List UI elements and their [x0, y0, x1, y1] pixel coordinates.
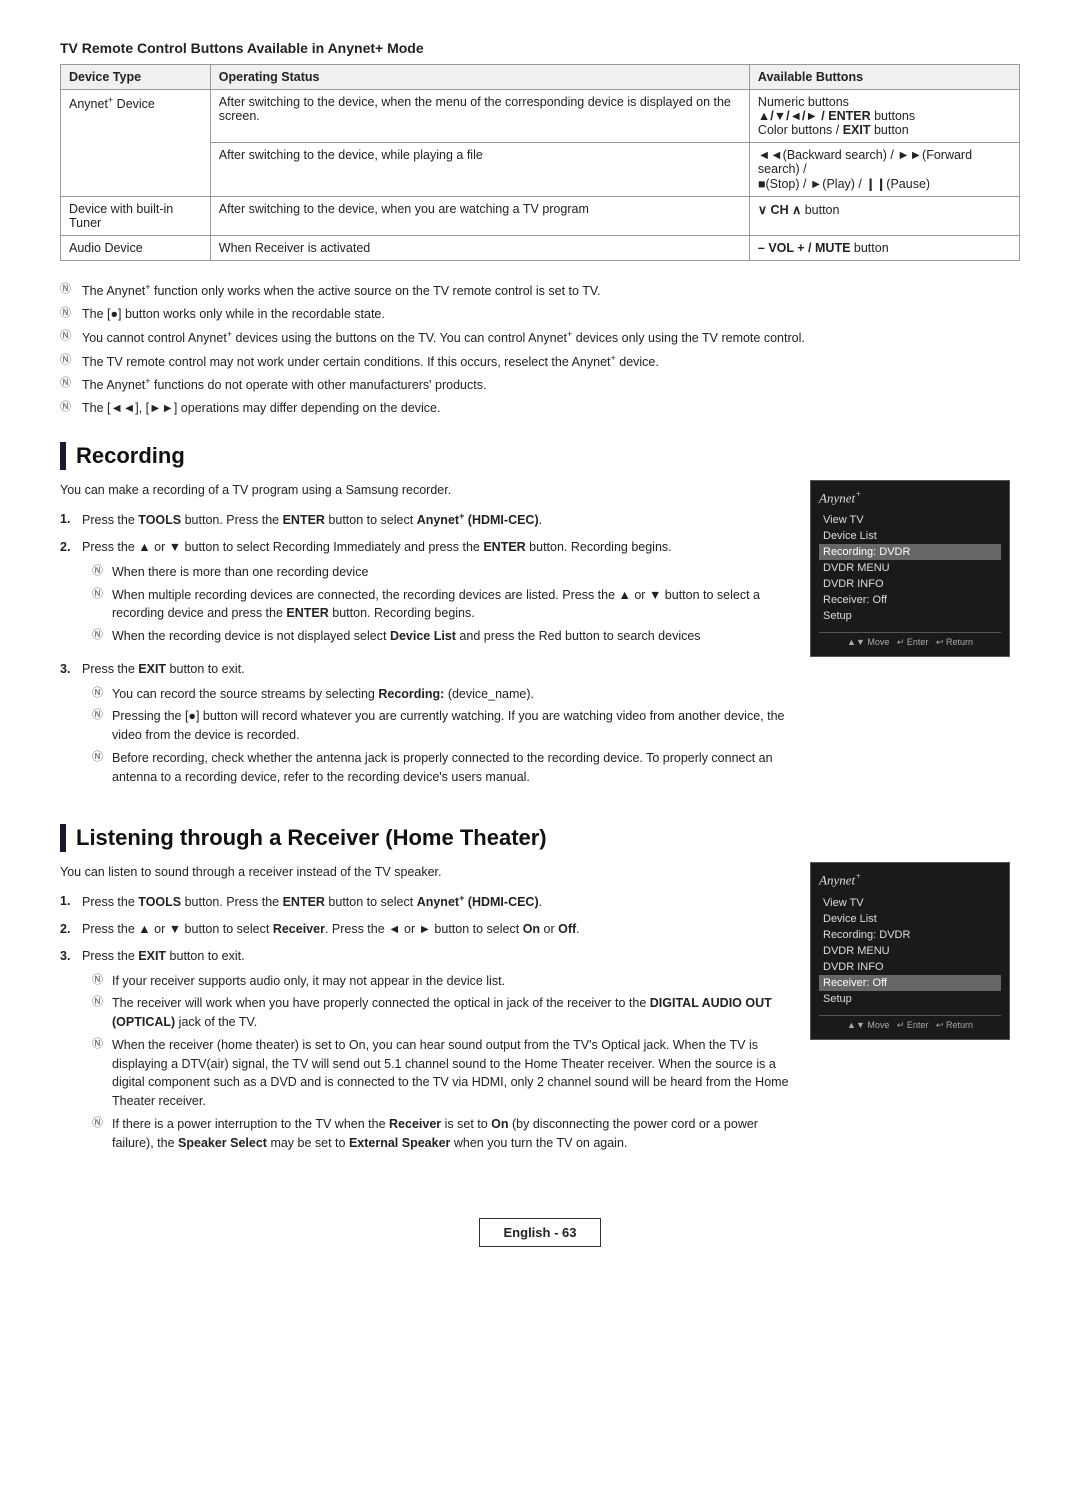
menu-item: Device List — [819, 911, 1001, 927]
device-audio: Audio Device — [61, 236, 211, 261]
menu-item: View TV — [819, 512, 1001, 528]
listening-section-header: Listening through a Receiver (Home Theat… — [60, 824, 1020, 852]
menu-item-selected: Receiver: Off — [819, 975, 1001, 991]
step-2: 2. Press the ▲ or ▼ button to select Rec… — [60, 918, 790, 941]
menu-footer: ▲▼ Move ↵ Enter ↩ Return — [819, 1015, 1001, 1031]
table-row: Anynet+ Device After switching to the de… — [61, 90, 1020, 143]
table-row: Audio Device When Receiver is activated … — [61, 236, 1020, 261]
step-num: 1. — [60, 510, 70, 529]
sub-note: When the receiver (home theater) is set … — [92, 1034, 790, 1113]
col-operating-status: Operating Status — [210, 65, 749, 90]
menu-item: Recording: DVDR — [819, 927, 1001, 943]
sub-note: When multiple recording devices are conn… — [92, 584, 790, 626]
step-num: 1. — [60, 892, 70, 911]
buttons-anynet-2: ◄◄(Backward search) / ►►(Forward search)… — [749, 143, 1019, 197]
col-device-type: Device Type — [61, 65, 211, 90]
menu-logo: Anynet+ — [819, 871, 1001, 888]
note-item: You cannot control Anynet+ devices using… — [60, 326, 1020, 350]
col-available-buttons: Available Buttons — [749, 65, 1019, 90]
sub-note: Before recording, check whether the ante… — [92, 747, 790, 789]
step-2-notes: When there is more than one recording de… — [92, 561, 790, 648]
sub-note: The receiver will work when you have pro… — [92, 992, 790, 1034]
step-2: 2. Press the ▲ or ▼ button to select Rec… — [60, 536, 790, 654]
recording-steps: 1. Press the TOOLS button. Press the ENT… — [60, 508, 790, 794]
sub-note: If your receiver supports audio only, it… — [92, 970, 790, 993]
listening-left: You can listen to sound through a receiv… — [60, 862, 790, 1168]
step-3: 3. Press the EXIT button to exit. If you… — [60, 945, 790, 1161]
status-anynet-2: After switching to the device, while pla… — [210, 143, 749, 197]
buttons-anynet-1: Numeric buttons ▲/▼/◄/► / ENTER buttons … — [749, 90, 1019, 143]
sub-note: You can record the source streams by sel… — [92, 683, 790, 706]
step-1: 1. Press the TOOLS button. Press the ENT… — [60, 508, 790, 532]
recording-intro: You can make a recording of a TV program… — [60, 480, 790, 500]
step-num: 3. — [60, 660, 70, 679]
section-bar — [60, 442, 66, 470]
device-tuner: Device with built-in Tuner — [61, 197, 211, 236]
footer-box: English - 63 — [479, 1218, 602, 1247]
sub-note: When there is more than one recording de… — [92, 561, 790, 584]
recording-section-header: Recording — [60, 442, 1020, 470]
menu-item: Setup — [819, 608, 1001, 624]
anynet-menu-listening: Anynet+ View TV Device List Recording: D… — [810, 862, 1010, 1039]
note-item: The [●] button works only while in the r… — [60, 303, 1020, 326]
table-title: TV Remote Control Buttons Available in A… — [60, 40, 1020, 56]
menu-item: Receiver: Off — [819, 592, 1001, 608]
status-tuner: After switching to the device, when you … — [210, 197, 749, 236]
note-item: The Anynet+ function only works when the… — [60, 279, 1020, 303]
menu-item: DVDR MENU — [819, 943, 1001, 959]
menu-item: View TV — [819, 895, 1001, 911]
sub-note: If there is a power interruption to the … — [92, 1113, 790, 1155]
menu-footer: ▲▼ Move ↵ Enter ↩ Return — [819, 632, 1001, 648]
note-item: The TV remote control may not work under… — [60, 350, 1020, 374]
sub-note: When the recording device is not display… — [92, 625, 790, 648]
step-num: 2. — [60, 538, 70, 557]
listening-steps: 1. Press the TOOLS button. Press the ENT… — [60, 890, 790, 1160]
recording-left: You can make a recording of a TV program… — [60, 480, 790, 802]
menu-logo: Anynet+ — [819, 489, 1001, 506]
step-3: 3. Press the EXIT button to exit. You ca… — [60, 658, 790, 795]
menu-item: Setup — [819, 991, 1001, 1007]
menu-item: DVDR MENU — [819, 560, 1001, 576]
menu-item: DVDR INFO — [819, 576, 1001, 592]
buttons-tuner: ∨ CH ∧ button — [749, 197, 1019, 236]
status-anynet-1: After switching to the device, when the … — [210, 90, 749, 143]
buttons-audio: – VOL + / MUTE button — [749, 236, 1019, 261]
menu-item: Device List — [819, 528, 1001, 544]
step-3-notes: If your receiver supports audio only, it… — [92, 970, 790, 1155]
page-content: TV Remote Control Buttons Available in A… — [60, 40, 1020, 1247]
anynet-menu-recording: Anynet+ View TV Device List Recording: D… — [810, 480, 1010, 657]
table-notes: The Anynet+ function only works when the… — [60, 279, 1020, 420]
table-row: Device with built-in Tuner After switchi… — [61, 197, 1020, 236]
step-1: 1. Press the TOOLS button. Press the ENT… — [60, 890, 790, 914]
menu-item-selected: Recording: DVDR — [819, 544, 1001, 560]
sub-note: Pressing the [●] button will record what… — [92, 705, 790, 747]
step-num: 3. — [60, 947, 70, 966]
recording-content: You can make a recording of a TV program… — [60, 480, 1020, 802]
page-footer: English - 63 — [60, 1208, 1020, 1247]
menu-item: DVDR INFO — [819, 959, 1001, 975]
main-table: Device Type Operating Status Available B… — [60, 64, 1020, 261]
note-item: The [◄◄], [►►] operations may differ dep… — [60, 397, 1020, 420]
device-anynet: Anynet+ Device — [61, 90, 211, 197]
step-3-notes: You can record the source streams by sel… — [92, 683, 790, 789]
listening-content: You can listen to sound through a receiv… — [60, 862, 1020, 1168]
listening-title: Listening through a Receiver (Home Theat… — [76, 825, 547, 851]
section-bar — [60, 824, 66, 852]
recording-right: Anynet+ View TV Device List Recording: D… — [810, 480, 1020, 657]
listening-right: Anynet+ View TV Device List Recording: D… — [810, 862, 1020, 1039]
step-num: 2. — [60, 920, 70, 939]
table-section: TV Remote Control Buttons Available in A… — [60, 40, 1020, 261]
listening-intro: You can listen to sound through a receiv… — [60, 862, 790, 882]
status-audio: When Receiver is activated — [210, 236, 749, 261]
recording-title: Recording — [76, 443, 185, 469]
note-item: The Anynet+ functions do not operate wit… — [60, 373, 1020, 397]
